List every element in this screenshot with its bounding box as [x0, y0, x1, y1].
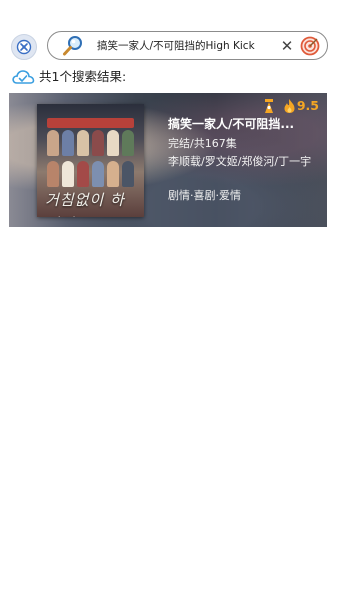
magnifier-icon[interactable]: [62, 35, 84, 57]
flame-icon: [284, 99, 295, 113]
top-bar: ✕: [0, 0, 337, 62]
genre-tags: 剧情·喜剧·爱情: [168, 189, 241, 202]
episode-status: 完结/共167集: [168, 137, 237, 150]
search-input[interactable]: [97, 37, 281, 55]
score-value: 9.5: [296, 98, 319, 113]
search-bar[interactable]: ✕: [47, 31, 328, 60]
target-icon[interactable]: [300, 36, 320, 56]
poster-cast-art: [43, 130, 138, 188]
rank-icon: [264, 99, 273, 113]
card-badges: 9.5: [263, 97, 319, 115]
poster-image[interactable]: 거침없이 하이킥: [37, 104, 144, 217]
cast-list: 李顺载/罗文姬/郑俊河/丁一宇: [168, 155, 312, 168]
score-badge: 9.5: [283, 97, 319, 115]
poster-title-logo: 거침없이 하이킥: [45, 191, 125, 217]
result-summary: 共1个搜索结果:: [11, 66, 311, 88]
poster-banner: [47, 118, 134, 128]
app-logo-icon[interactable]: [11, 34, 37, 60]
cloud-check-icon: [12, 70, 35, 84]
card-title[interactable]: 搞笑一家人/不可阻挡...: [168, 115, 323, 133]
result-card[interactable]: 거침없이 하이킥 9.5 搞笑一家人/不可阻挡... 完结/共167集 李顺载/…: [9, 93, 327, 227]
close-icon[interactable]: ✕: [278, 36, 296, 56]
result-count-label: 共1个搜索结果:: [39, 69, 127, 84]
app-logo-glyph: [16, 39, 32, 55]
